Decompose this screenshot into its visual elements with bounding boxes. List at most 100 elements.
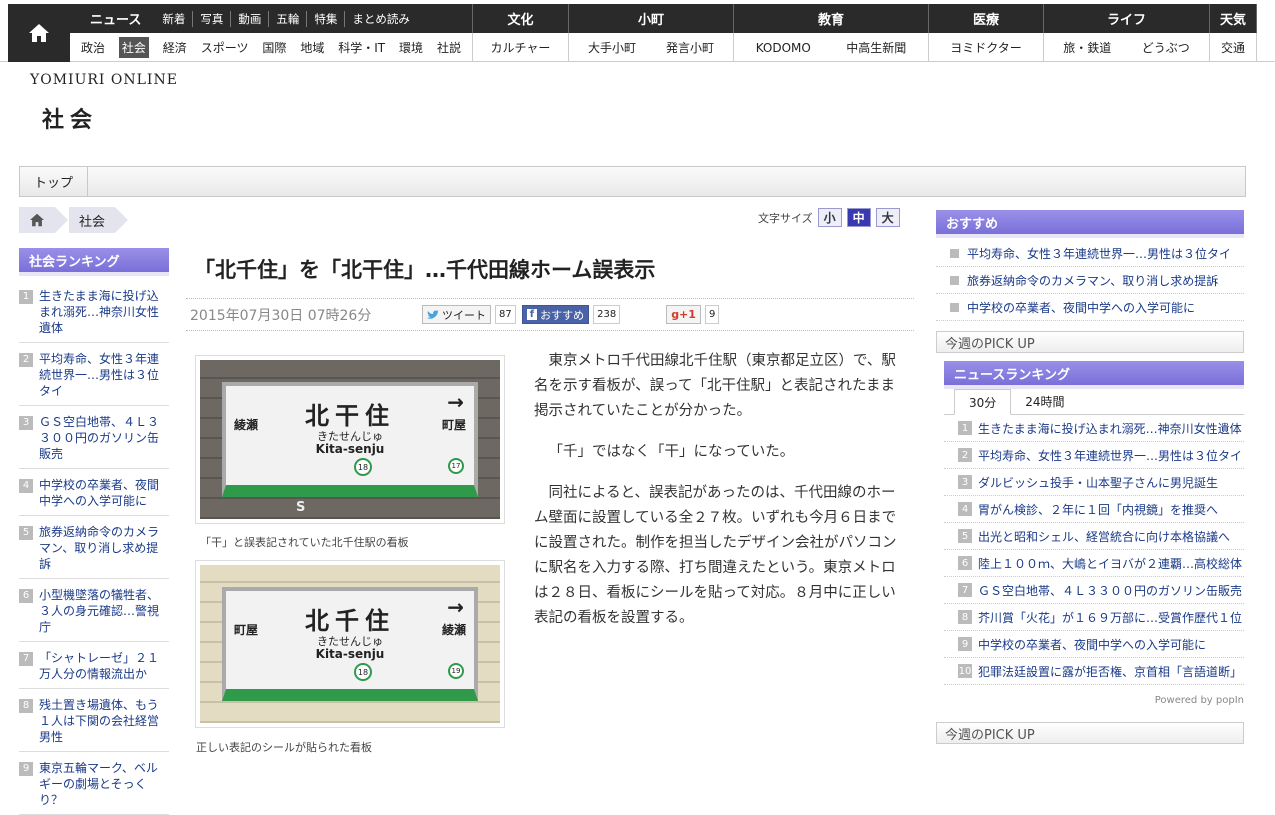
list-item[interactable]: 9 東京五輪マーク、ベルギーの劇場とそっくり？	[19, 752, 169, 815]
ranking-link[interactable]: 平均寿命、女性３年連続世界一…男性は３位タイ	[978, 447, 1242, 464]
nav-video[interactable]: 動画	[230, 10, 268, 27]
list-item[interactable]: 10 犯罪法廷設置に露が拒否権、京首相「言語道断」	[944, 658, 1244, 685]
rank-link[interactable]: 生きたまま海に投げ込まれ溺死…神奈川女性遺体	[39, 288, 169, 336]
nav-komachi: 小町 大手小町 発言小町	[569, 4, 734, 62]
nav-chukousei[interactable]: 中高生新聞	[846, 39, 906, 56]
breadcrumb-society[interactable]: 社会	[69, 207, 129, 233]
nav-kodomo[interactable]: KODOMO	[756, 41, 811, 55]
article-photo-2[interactable]: 北千住 → きたせんじゅ Kita-senju 町屋 綾瀬 18 19	[195, 560, 505, 728]
home-button[interactable]	[8, 4, 70, 62]
ranking-link[interactable]: ＧＳ空白地帯、４Ｌ３３００円のガソリン缶販売	[978, 582, 1242, 599]
list-item[interactable]: 5 出光と昭和シェル、経営統合に向け本格協議へ	[944, 523, 1244, 550]
rank-number: 6	[958, 556, 972, 570]
ranking-link[interactable]: 出光と昭和シェル、経営統合に向け本格協議へ	[978, 528, 1230, 545]
news-ranking-title: ニュースランキング	[944, 361, 1244, 389]
tab-24h[interactable]: 24時間	[1011, 388, 1078, 414]
nav-new[interactable]: 新着	[155, 11, 192, 27]
tab-30min[interactable]: 30分	[954, 389, 1012, 415]
facebook-recommend-button[interactable]: f おすすめ	[521, 305, 590, 324]
rank-link[interactable]: 残土置き場遺体、もう１人は下関の会社経営男性	[39, 697, 169, 745]
ranking-link[interactable]: 中学校の卒業者、夜間中学への入学可能に	[978, 636, 1206, 653]
breadcrumb-home[interactable]	[19, 207, 68, 233]
rank-link[interactable]: 「シャトレーゼ」２１万人分の情報流出か	[39, 650, 169, 682]
nav-politics[interactable]: 政治	[81, 39, 105, 56]
nav-matome[interactable]: まとめ読み	[344, 10, 417, 27]
recommend-link[interactable]: 中学校の卒業者、夜間中学への入学可能に	[967, 299, 1195, 316]
nav-environment[interactable]: 環境	[399, 39, 423, 56]
font-large-button[interactable]: 大	[875, 208, 900, 227]
rank-link[interactable]: 東京五輪マーク、ベルギーの劇場とそっくり？	[39, 760, 169, 808]
nav-animals[interactable]: どうぶつ	[1142, 39, 1190, 56]
nav-society[interactable]: 社会	[118, 37, 149, 58]
nav-weather-label[interactable]: 天気	[1210, 4, 1257, 33]
rank-link[interactable]: ＧＳ空白地帯、４Ｌ３３００円のガソリン缶販売	[39, 414, 169, 462]
nav-hatsugen[interactable]: 発言小町	[666, 39, 714, 56]
tweet-button[interactable]: ツイート	[422, 305, 491, 324]
font-medium-button[interactable]: 中	[846, 208, 871, 227]
list-item[interactable]: 1 生きたまま海に投げ込まれ溺死…神奈川女性遺体	[19, 280, 169, 343]
rank-number: 3	[19, 416, 33, 430]
ranking-link[interactable]: 胃がん検診、２年に１回「内視鏡」を推奨へ	[978, 501, 1218, 518]
nav-local[interactable]: 地域	[300, 39, 324, 56]
list-item[interactable]: 8 残土置き場遺体、もう１人は下関の会社経営男性	[19, 689, 169, 752]
nav-world[interactable]: 国際	[262, 39, 286, 56]
nav-olympics[interactable]: 五輪	[268, 10, 306, 27]
recommend-link[interactable]: 平均寿命、女性３年連続世界一…男性は３位タイ	[967, 245, 1231, 262]
rank-number: 1	[19, 290, 33, 304]
site-logo[interactable]: YOMIURI ONLINE	[30, 72, 178, 88]
popin-credit[interactable]: Powered by popIn	[944, 685, 1244, 722]
rank-link[interactable]: 平均寿命、女性３年連続世界一…男性は３位タイ	[39, 351, 169, 399]
nav-economy[interactable]: 経済	[163, 39, 187, 56]
nav-life-label[interactable]: ライフ	[1044, 4, 1210, 33]
nav-science[interactable]: 科学・IT	[338, 39, 385, 56]
nav-otekomachi[interactable]: 大手小町	[588, 39, 636, 56]
list-item[interactable]: 3 ダルビッシュ投手・山本聖子さんに男児誕生	[944, 469, 1244, 496]
google-plus-button[interactable]: g+1	[666, 305, 701, 324]
nav-life: ライフ 旅・鉄道 どうぶつ	[1044, 4, 1210, 62]
list-item[interactable]: 中学校の卒業者、夜間中学への入学可能に	[936, 294, 1244, 321]
list-item[interactable]: 9 中学校の卒業者、夜間中学への入学可能に	[944, 631, 1244, 658]
list-item[interactable]: 旅券返納命令のカメラマン、取り消し求め提訴	[936, 267, 1244, 294]
ranking-link[interactable]: 生きたまま海に投げ込まれ溺死…神奈川女性遺体	[978, 420, 1242, 437]
list-item[interactable]: 4 中学校の卒業者、夜間中学への入学可能に	[19, 469, 169, 516]
list-item[interactable]: 6 陸上１００ｍ、大嶋とイヨバが２連覇…高校総体	[944, 550, 1244, 577]
list-item[interactable]: 2 平均寿命、女性３年連続世界一…男性は３位タイ	[944, 442, 1244, 469]
list-item[interactable]: 5 旅券返納命令のカメラマン、取り消し求め提訴	[19, 516, 169, 579]
list-item[interactable]: 1 生きたまま海に投げ込まれ溺死…神奈川女性遺体	[944, 415, 1244, 442]
nav-education-label[interactable]: 教育	[734, 4, 929, 33]
list-item[interactable]: 平均寿命、女性３年連続世界一…男性は３位タイ	[936, 240, 1244, 267]
rank-link[interactable]: 小型機墜落の犠牲者、３人の身元確認…警視庁	[39, 587, 169, 635]
list-item[interactable]: 2 平均寿命、女性３年連続世界一…男性は３位タイ	[19, 343, 169, 406]
list-item[interactable]: 6 小型機墜落の犠牲者、３人の身元確認…警視庁	[19, 579, 169, 642]
section-title: 社会	[42, 108, 99, 133]
ranking-link[interactable]: 犯罪法廷設置に露が拒否権、京首相「言語道断」	[978, 663, 1242, 680]
nav-news-label[interactable]: ニュース	[76, 9, 155, 28]
arrow-right-icon: →	[447, 390, 464, 414]
tab-top[interactable]: トップ	[20, 167, 88, 196]
article: 「北千住」を「北干住」…千代田線ホーム誤表示 2015年07月30日 07時26…	[186, 242, 914, 331]
nav-yomidr[interactable]: ヨミドクター	[950, 39, 1022, 56]
nav-photo[interactable]: 写真	[192, 10, 230, 27]
font-small-button[interactable]: 小	[817, 208, 842, 227]
nav-traffic[interactable]: 交通	[1221, 39, 1245, 56]
list-item[interactable]: 4 胃がん検診、２年に１回「内視鏡」を推奨へ	[944, 496, 1244, 523]
article-photo-1[interactable]: 北干住 → きたせんじゅ Kita-senju 綾瀬 町屋 18 17 S	[195, 355, 505, 524]
nav-culture-item[interactable]: カルチャー	[491, 39, 551, 56]
rank-link[interactable]: 旅券返納命令のカメラマン、取り消し求め提訴	[39, 524, 169, 572]
ranking-link[interactable]: 芥川賞「火花」が１６９万部に…受賞作歴代１位	[978, 609, 1242, 626]
nav-sports[interactable]: スポーツ	[201, 39, 249, 56]
rank-link[interactable]: 中学校の卒業者、夜間中学への入学可能に	[39, 477, 169, 509]
list-item[interactable]: 8 芥川賞「火花」が１６９万部に…受賞作歴代１位	[944, 604, 1244, 631]
nav-medical-label[interactable]: 医療	[929, 4, 1044, 33]
list-item[interactable]: 7 「シャトレーゼ」２１万人分の情報流出か	[19, 642, 169, 689]
nav-special[interactable]: 特集	[306, 10, 344, 27]
nav-culture-label[interactable]: 文化	[473, 4, 569, 33]
ranking-link[interactable]: 陸上１００ｍ、大嶋とイヨバが２連覇…高校総体	[978, 555, 1242, 572]
nav-editorial[interactable]: 社説	[437, 39, 461, 56]
nav-komachi-label[interactable]: 小町	[569, 4, 734, 33]
ranking-link[interactable]: ダルビッシュ投手・山本聖子さんに男児誕生	[978, 474, 1218, 491]
recommend-link[interactable]: 旅券返納命令のカメラマン、取り消し求め提訴	[967, 272, 1218, 289]
list-item[interactable]: 3 ＧＳ空白地帯、４Ｌ３３００円のガソリン缶販売	[19, 406, 169, 469]
nav-travel[interactable]: 旅・鉄道	[1063, 39, 1111, 56]
list-item[interactable]: 7 ＧＳ空白地帯、４Ｌ３３００円のガソリン缶販売	[944, 577, 1244, 604]
